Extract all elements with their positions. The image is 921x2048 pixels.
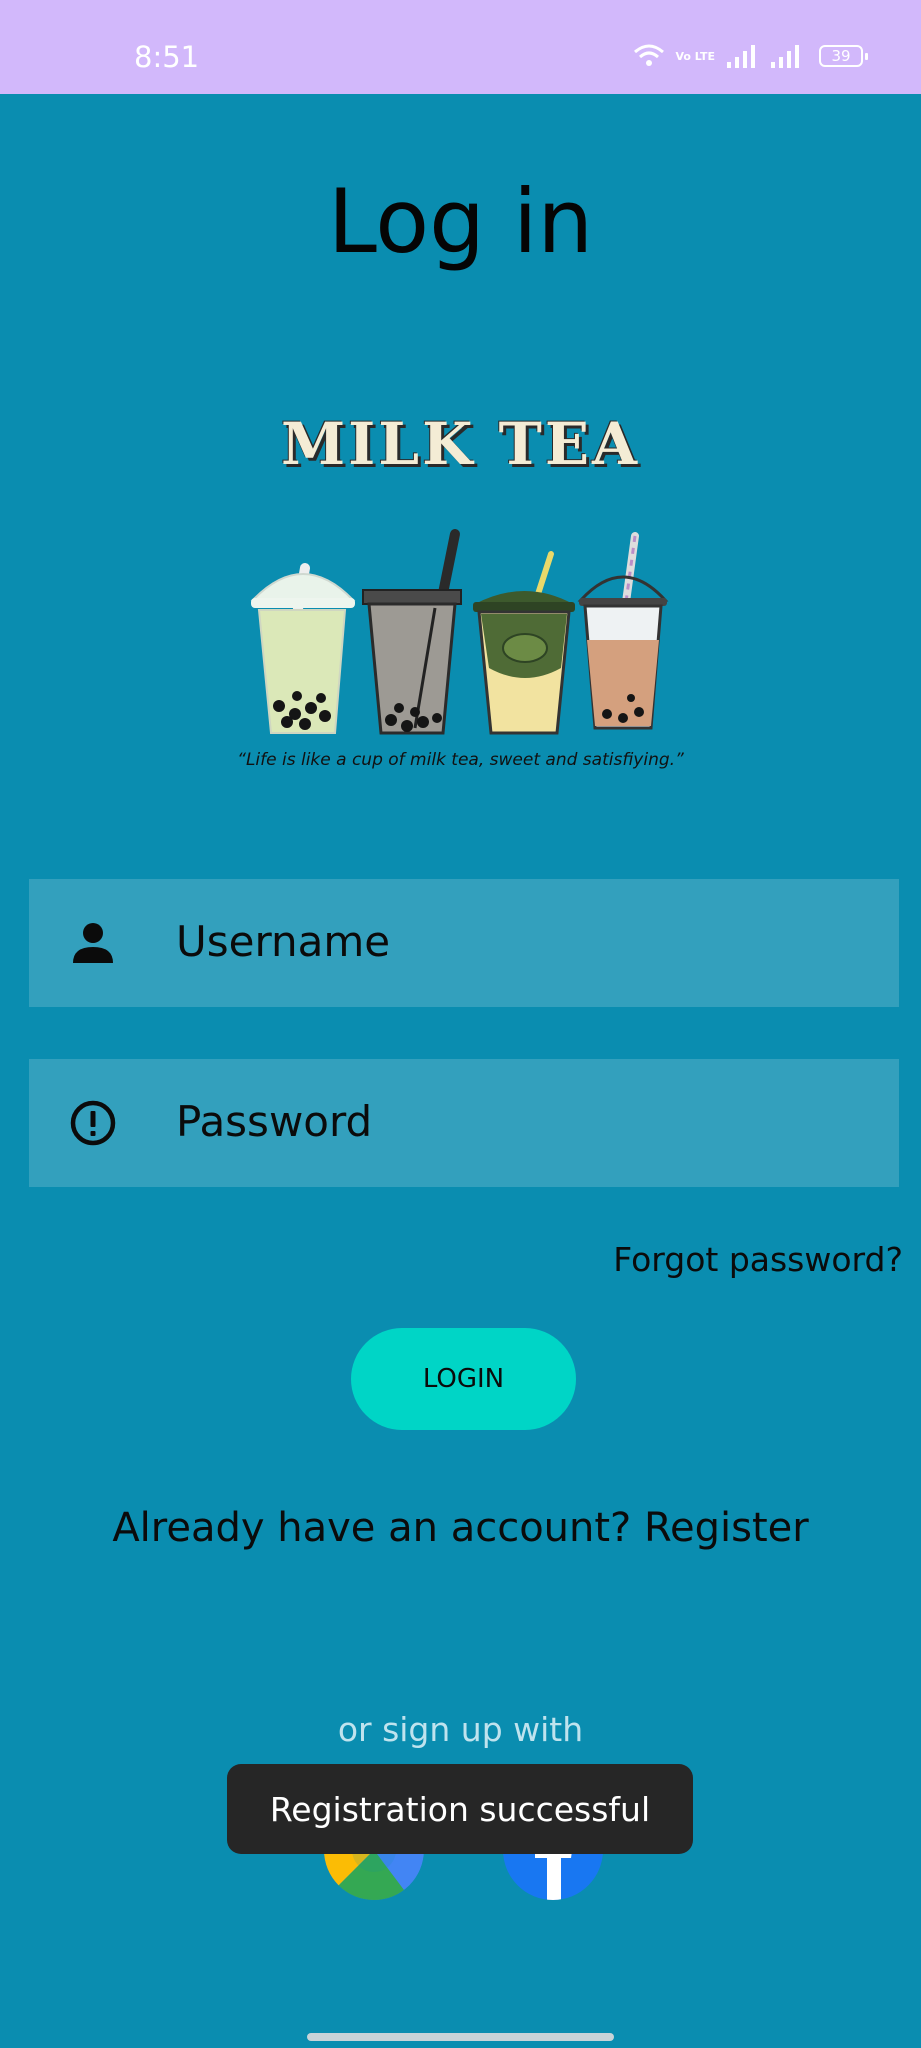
signal-icon <box>727 45 755 68</box>
wifi-icon <box>634 44 665 66</box>
tagline-quote: “Life is like a cup of milk tea, sweet a… <box>237 750 684 770</box>
username-field[interactable]: Username <box>29 879 899 1007</box>
register-link[interactable]: Already have an account? Register <box>0 1505 921 1551</box>
milk-tea-illustration <box>250 529 669 735</box>
person-icon <box>73 923 113 963</box>
signal-icon <box>771 45 799 68</box>
battery-icon: 39 <box>819 45 868 67</box>
password-placeholder: Password <box>176 1097 373 1146</box>
brand-logo-text: MILK TEA <box>280 410 641 478</box>
signup-with-label: or sign up with <box>337 1710 584 1749</box>
battery-level: 39 <box>831 47 851 65</box>
toast-message: Registration successful <box>227 1764 693 1854</box>
login-button-label: LOGIN <box>422 1364 505 1394</box>
green-swirl-cup-image <box>473 551 575 735</box>
home-indicator[interactable] <box>307 2033 614 2041</box>
username-placeholder: Username <box>176 917 391 966</box>
status-time: 8:51 <box>134 40 200 74</box>
volte-icon: Vo LTE <box>675 49 715 63</box>
login-button[interactable]: LOGIN <box>351 1328 576 1430</box>
password-field[interactable]: Password <box>29 1059 899 1187</box>
status-icons: Vo LTE 39 <box>633 44 868 68</box>
forgot-password-link[interactable]: Forgot password? <box>613 1240 903 1279</box>
black-tea-cup-image <box>362 529 462 735</box>
status-bar: 8:51 Vo LTE 39 <box>0 0 921 94</box>
milk-tea-cup-image <box>577 532 669 730</box>
page-title: Log in <box>327 170 594 273</box>
matcha-cup-image <box>250 563 356 734</box>
error-icon <box>70 1100 116 1146</box>
